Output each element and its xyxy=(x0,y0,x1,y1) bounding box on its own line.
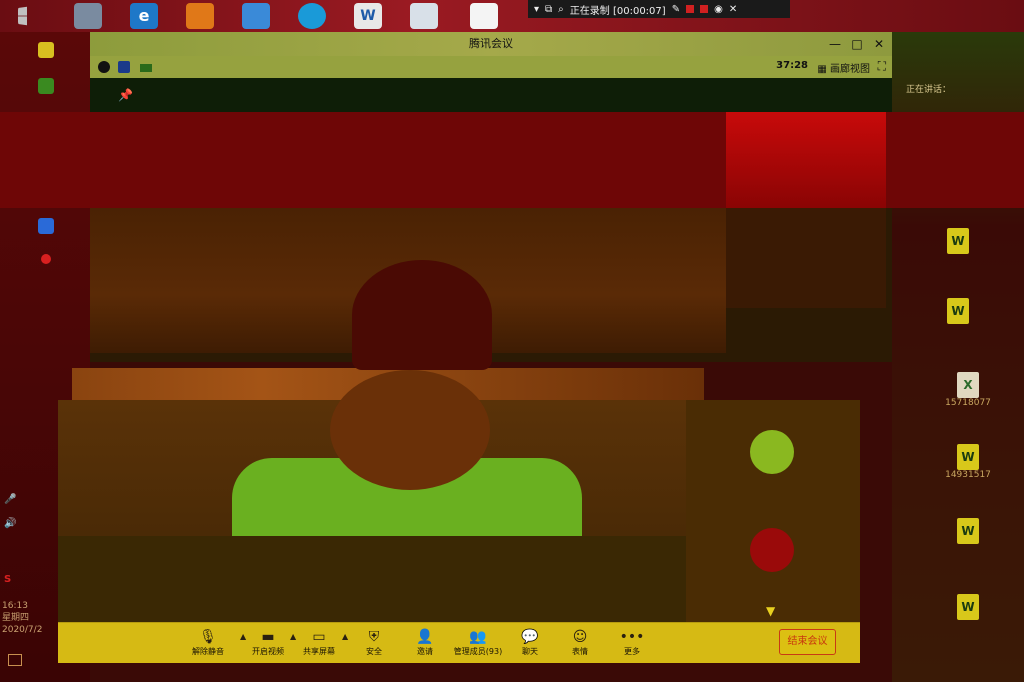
microphone-icon[interactable]: 🎤 xyxy=(4,494,16,505)
swirl-app-icon[interactable] xyxy=(298,3,326,29)
system-clock[interactable]: 16:13 星期四 2020/7/2 xyxy=(2,600,42,636)
camera-icon[interactable]: ◉ xyxy=(714,4,723,15)
top-taskbar: e W xyxy=(0,0,1024,32)
speaker-face xyxy=(330,370,490,490)
speaking-label: 正在讲话： xyxy=(906,85,952,95)
window-icon[interactable]: ⧉ xyxy=(545,4,552,15)
end-meeting-button[interactable]: 结束会议 xyxy=(779,629,836,655)
system-tray: 🎤 🔊 S xyxy=(0,470,58,682)
record-icon[interactable] xyxy=(41,254,51,264)
share-screen-button[interactable]: ▭ 共享屏幕 xyxy=(293,628,345,657)
signal-icon xyxy=(140,64,152,72)
more-button[interactable]: ••• 更多 xyxy=(606,628,658,657)
video-bottom-area xyxy=(58,536,686,622)
edge-browser-icon[interactable]: e xyxy=(130,3,158,29)
add-user-icon: 👤 xyxy=(416,629,434,645)
window-title: 腾讯会议 xyxy=(469,37,513,50)
chat-icon: 💬 xyxy=(521,629,539,645)
participant-avatar[interactable] xyxy=(750,528,794,572)
windows-start-icon[interactable] xyxy=(18,6,27,26)
close-icon[interactable]: ✕ xyxy=(729,4,737,15)
dropdown-icon[interactable]: ▾ xyxy=(534,4,539,15)
word-file-icon[interactable]: W xyxy=(898,228,1018,254)
smiley-icon: ☺ xyxy=(572,629,588,645)
fullscreen-icon[interactable]: ⛶ xyxy=(878,59,886,74)
chat-button[interactable]: 💬 聊天 xyxy=(504,628,556,657)
input-method-icon[interactable]: S xyxy=(4,574,11,585)
recording-bar: ▾ ⧉ ⌕ 正在录制 [00:00:07] ✎ ◉ ✕ xyxy=(528,0,790,18)
unmute-button[interactable]: 🎙 解除静音 xyxy=(182,628,234,657)
desktop-file-excel[interactable]: X 15718077 xyxy=(908,372,1024,408)
pin-icon[interactable]: 📌 xyxy=(118,88,133,102)
info-icon[interactable] xyxy=(98,61,110,73)
reactions-button[interactable]: ☺ 表情 xyxy=(554,628,606,657)
chevron-down-icon[interactable]: ▼ xyxy=(766,604,775,618)
search-icon[interactable]: ⌕ xyxy=(558,4,564,15)
pinned-row: 📌 xyxy=(90,78,892,112)
notes-icon[interactable] xyxy=(38,42,54,58)
store-icon[interactable] xyxy=(38,78,54,94)
notification-icon[interactable] xyxy=(8,654,22,666)
window-title-bar: 腾讯会议 — □ ✕ xyxy=(90,32,892,56)
recycle-bin-icon[interactable] xyxy=(74,3,102,29)
share-screen-icon: ▭ xyxy=(312,629,326,645)
volume-icon[interactable]: 🔊 xyxy=(4,518,16,529)
word-taskbar-icon[interactable]: W xyxy=(354,3,382,29)
participant-avatar[interactable] xyxy=(750,430,794,474)
participant-thumbnail[interactable] xyxy=(726,208,886,308)
shield-icon: ⛨ xyxy=(368,629,380,645)
participant-thumbnail[interactable] xyxy=(726,112,886,208)
meeting-toolbar: 🎙 解除静音 ▲ ▬ 开启视频 ▲ ▭ 共享屏幕 ▲ ⛨ 安全 👤 邀请 👥 管… xyxy=(58,622,860,663)
gallery-view-button[interactable]: ▦ 画廊视图 xyxy=(817,60,870,75)
photo-icon[interactable] xyxy=(38,218,54,234)
meeting-info-bar: 37:28 ▦ 画廊视图 ⛶ xyxy=(90,56,892,78)
document-app-icon[interactable] xyxy=(470,3,498,29)
tencent-meeting-taskbar-icon[interactable] xyxy=(242,3,270,29)
members-icon: 👥 xyxy=(469,629,487,645)
microphone-muted-icon: 🎙 xyxy=(199,629,217,645)
word-file-icon[interactable]: W xyxy=(908,518,1024,544)
fire-app-icon[interactable] xyxy=(186,3,214,29)
invite-button[interactable]: 👤 邀请 xyxy=(399,628,451,657)
notes-app-icon[interactable] xyxy=(410,3,438,29)
meeting-timer: 37:28 xyxy=(776,60,808,71)
close-button[interactable]: ✕ xyxy=(868,32,890,56)
word-file-icon[interactable]: W xyxy=(908,594,1024,620)
desktop-file-word[interactable]: W 14931517 xyxy=(908,444,1024,480)
camera-off-icon: ▬ xyxy=(261,629,275,645)
participant-side-panel: ▼ xyxy=(686,400,860,622)
word-file-icon: W xyxy=(957,444,979,470)
stop-icon[interactable] xyxy=(700,5,709,13)
more-dots-icon: ••• xyxy=(619,629,645,645)
security-button[interactable]: ⛨ 安全 xyxy=(348,628,400,657)
excel-file-icon: X xyxy=(957,372,979,398)
pen-icon[interactable]: ✎ xyxy=(672,4,680,15)
pause-icon[interactable] xyxy=(686,5,695,13)
maximize-button[interactable]: □ xyxy=(846,32,868,56)
speaker-head xyxy=(352,260,492,370)
shield-icon[interactable] xyxy=(118,61,130,73)
manage-members-button[interactable]: 👥 管理成员(93) xyxy=(446,628,510,657)
recording-status: 正在录制 [00:00:07] xyxy=(569,5,666,17)
minimize-button[interactable]: — xyxy=(824,32,846,56)
start-video-button[interactable]: ▬ 开启视频 xyxy=(242,628,294,657)
word-file-icon[interactable]: W xyxy=(898,298,1018,324)
